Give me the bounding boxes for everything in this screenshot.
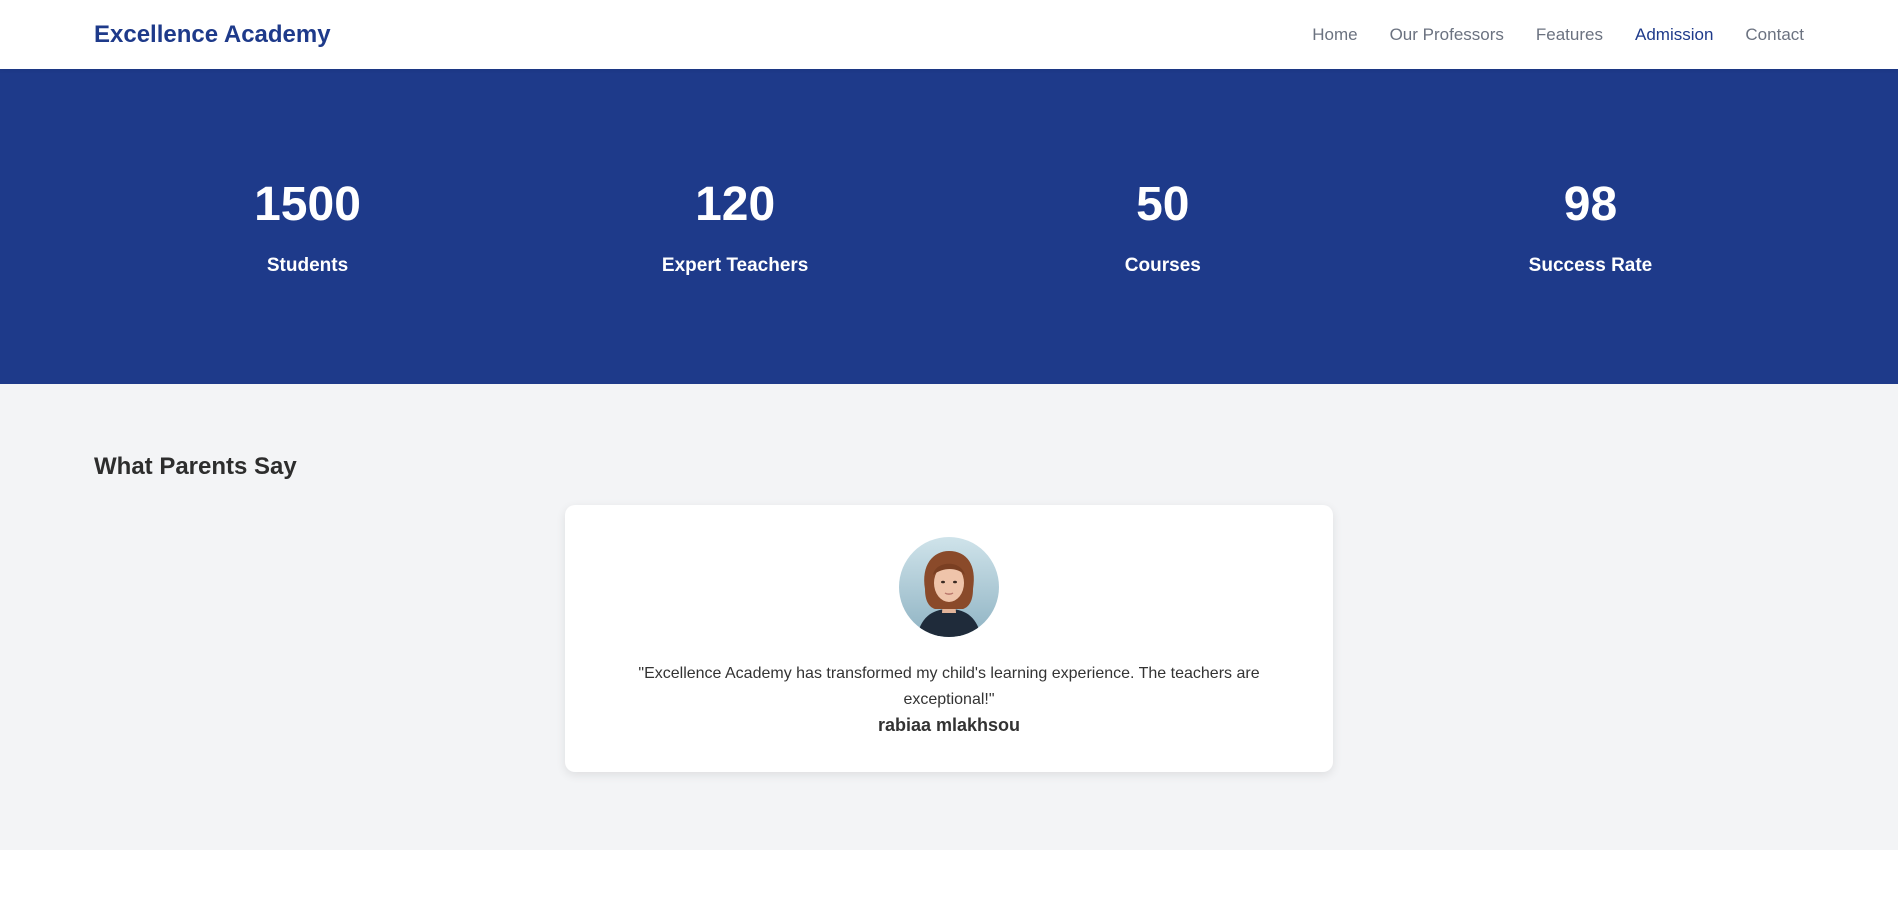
stat-label: Expert Teachers [661, 254, 809, 276]
stat-value: 50 [1136, 177, 1190, 231]
stat-courses: 50 Courses [949, 177, 1376, 277]
stats-section: 1500 Students 120 Expert Teachers 50 Cou… [0, 69, 1898, 384]
nav-links: Home Our Professors Features Admission C… [1280, 25, 1804, 45]
nav-link-contact[interactable]: Contact [1745, 25, 1804, 45]
stats-row: 1500 Students 120 Expert Teachers 50 Cou… [94, 177, 1804, 277]
navbar-inner: Excellence Academy Home Our Professors F… [94, 0, 1804, 69]
testimonials-section: What Parents Say "Excellence Academy has… [0, 384, 1898, 850]
nav-link-admission[interactable]: Admission [1635, 25, 1713, 45]
stat-value: 98 [1563, 177, 1618, 231]
testimonial-card: "Excellence Academy has transformed my c… [565, 505, 1333, 772]
stat-label: Courses [1124, 254, 1201, 276]
stat-label: Success Rate [1528, 254, 1653, 276]
stat-label: Students [266, 254, 349, 276]
nav-link-home[interactable]: Home [1312, 25, 1357, 45]
nav-link-features[interactable]: Features [1536, 25, 1603, 45]
testimonial-quote: "Excellence Academy has transformed my c… [638, 665, 1260, 708]
stat-success-rate: 98 Success Rate [1377, 177, 1804, 277]
avatar-photo [899, 537, 999, 637]
stat-value: 1500 [254, 177, 361, 231]
stat-expert-teachers: 120 Expert Teachers [522, 177, 949, 277]
avatar [899, 537, 999, 637]
brand-logo[interactable]: Excellence Academy [94, 21, 331, 49]
navbar: Excellence Academy Home Our Professors F… [0, 0, 1898, 69]
testimonial-author: rabiaa mlakhsou [877, 715, 1021, 735]
stat-value: 120 [695, 177, 776, 231]
stat-students: 1500 Students [94, 177, 521, 277]
section-title: What Parents Say [94, 453, 297, 480]
testimonials-inner: What Parents Say "Excellence Academy has… [94, 384, 1804, 772]
nav-link-our-professors[interactable]: Our Professors [1390, 25, 1504, 45]
